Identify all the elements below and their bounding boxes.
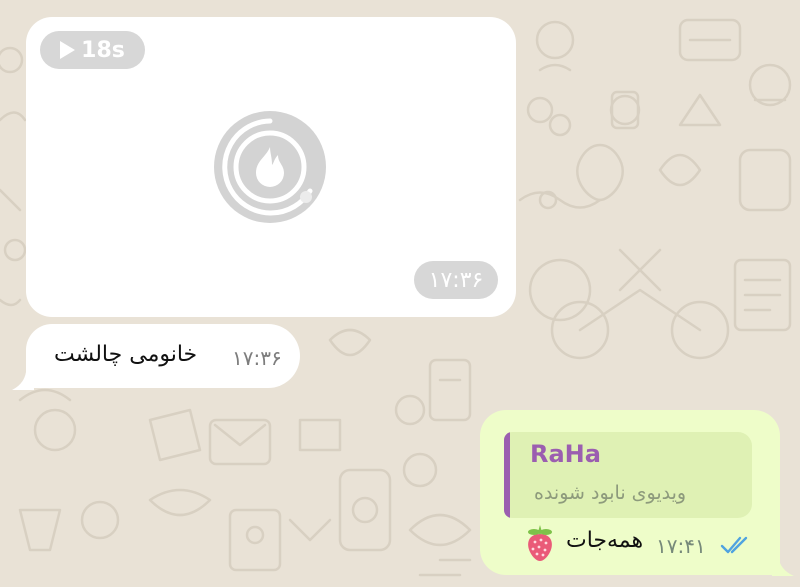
video-duration-badge: 18s (40, 31, 145, 69)
strawberry-icon (528, 525, 552, 561)
message-text: خانومی چالشت (54, 342, 198, 367)
double-check-icon (720, 536, 748, 554)
quoted-author: RaHa (530, 440, 601, 468)
reply-message-row: همه‌جات ۱۷:۴۱ (524, 524, 764, 564)
text-message-bubble[interactable]: خانومی چالشت ۱۷:۳۶ (26, 324, 300, 388)
quoted-text: ویدیوی نابود شونده (534, 482, 687, 504)
reply-text: همه‌جات (566, 528, 644, 553)
message-time: ۱۷:۳۶ (232, 346, 282, 370)
reply-message-bubble[interactable]: RaHa ویدیوی نابود شونده همه‌جات ۱۷:۴۱ (480, 410, 780, 575)
video-time: ۱۷:۳۶ (428, 267, 484, 293)
fire-loading-icon[interactable] (212, 109, 328, 225)
video-message-bubble[interactable]: 18s ۱۷:۳۶ (26, 17, 516, 317)
video-time-pill: ۱۷:۳۶ (414, 261, 498, 299)
video-duration: 18s (81, 37, 125, 63)
quoted-message[interactable]: RaHa ویدیوی نابود شونده (504, 432, 752, 518)
reply-time: ۱۷:۴۱ (656, 534, 706, 558)
quote-accent-bar (504, 432, 510, 518)
play-icon (60, 41, 76, 59)
